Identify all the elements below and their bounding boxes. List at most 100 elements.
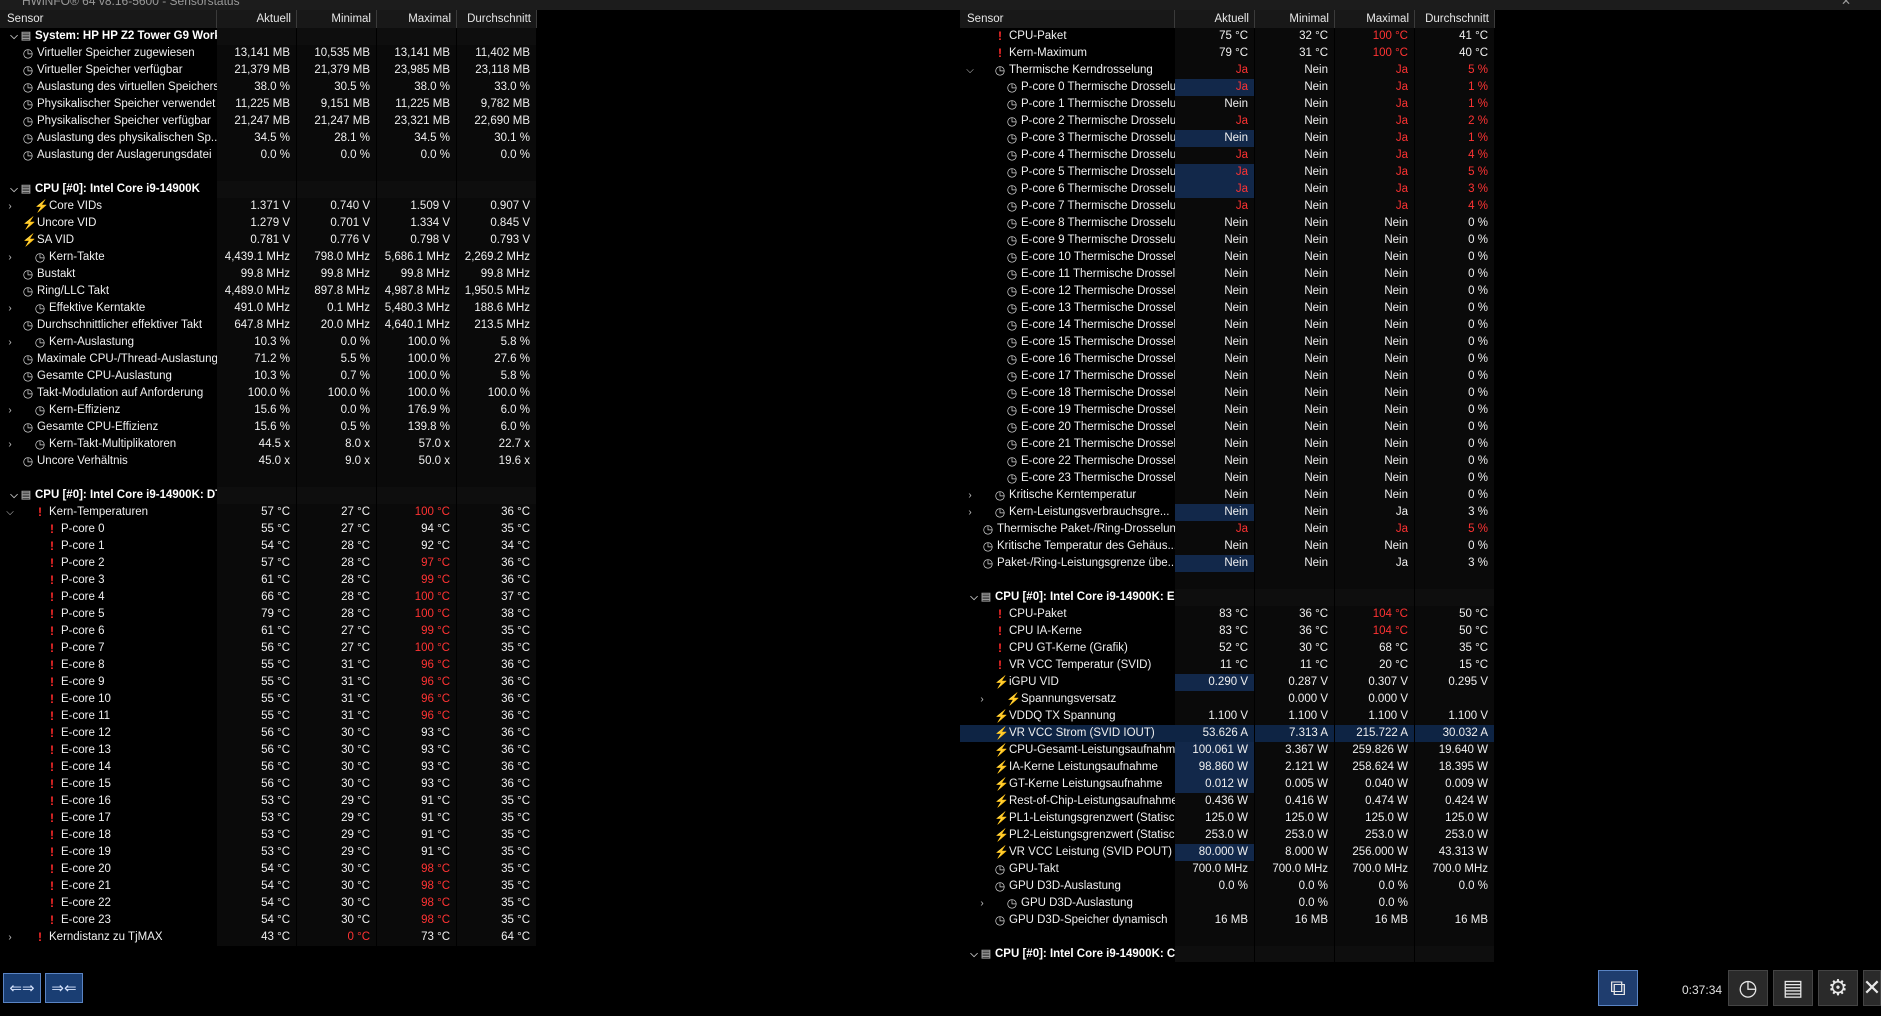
value-min: Nein bbox=[1255, 215, 1335, 232]
header-min[interactable]: Minimal bbox=[297, 10, 377, 28]
value-current bbox=[217, 28, 297, 45]
sensor-panel-right[interactable]: Sensor Aktuell Minimal Maximal Durchschn… bbox=[960, 10, 1881, 962]
value-min: 27 °C bbox=[297, 623, 377, 640]
sensor-label: Physikalischer Speicher verwendet bbox=[37, 98, 216, 110]
sensor-name-cell: ◷ P-core 2 Thermische Drosselung bbox=[960, 113, 1175, 130]
expand-chevron-icon[interactable]: › bbox=[4, 300, 16, 317]
sensor-label: E-core 12 bbox=[61, 727, 111, 739]
collapse-chevron-icon[interactable]: ⌵ bbox=[8, 487, 20, 504]
sensor-label: E-core 22 Thermische Drossel... bbox=[1021, 455, 1175, 467]
value-min: 20.0 MHz bbox=[297, 317, 377, 334]
value-min: 30 °C bbox=[1255, 640, 1335, 657]
clock-icon: ◷ bbox=[994, 862, 1006, 876]
expand-chevron-icon[interactable]: › bbox=[4, 929, 16, 946]
sensor-name-cell: ◷ Ring/LLC Takt bbox=[0, 283, 217, 300]
collapse-chevron-icon[interactable]: ⌵ bbox=[964, 62, 976, 79]
value-max: 94 °C bbox=[377, 521, 457, 538]
header-sensor[interactable]: Sensor bbox=[0, 10, 217, 28]
value-avg: 38 °C bbox=[457, 606, 537, 623]
sensor-name-cell: › ◷ Kern-Auslastung bbox=[0, 334, 217, 351]
value-max bbox=[1335, 929, 1415, 946]
value-avg: 0 % bbox=[1415, 266, 1495, 283]
expand-chevron-icon[interactable]: › bbox=[4, 436, 16, 453]
value-current: 34.5 % bbox=[217, 130, 297, 147]
value-max: Ja bbox=[1335, 504, 1415, 521]
value-current: 55 °C bbox=[217, 657, 297, 674]
expand-chevron-icon[interactable]: › bbox=[4, 334, 16, 351]
sensor-label: E-core 8 Thermische Drosselung bbox=[1021, 217, 1175, 229]
value-avg: 0 % bbox=[1415, 300, 1495, 317]
value-avg: 37 °C bbox=[457, 589, 537, 606]
collapse-chevron-icon[interactable]: ⌵ bbox=[968, 946, 980, 962]
sensor-name-cell: ◷ E-core 13 Thermische Drossel... bbox=[960, 300, 1175, 317]
sensor-label: P-core 4 bbox=[61, 591, 105, 603]
network-icon[interactable]: ⧉ bbox=[1598, 970, 1638, 1006]
value-min: 0.0 % bbox=[1255, 878, 1335, 895]
sensor-name-cell: ⚡ PL1-Leistungsgrenzwert (Statisch) bbox=[960, 810, 1175, 827]
value-max: Nein bbox=[1335, 368, 1415, 385]
sensor-label: Spannungsversatz bbox=[1021, 693, 1117, 705]
sensor-label: Uncore Verhältnis bbox=[37, 455, 128, 467]
sensor-label: Kern-Takt-Multiplikatoren bbox=[49, 438, 177, 450]
sensor-name-cell: ! E-core 15 bbox=[0, 776, 217, 793]
value-avg: 5.8 % bbox=[457, 334, 537, 351]
header-max[interactable]: Maximal bbox=[377, 10, 457, 28]
header-current[interactable]: Aktuell bbox=[1175, 10, 1255, 28]
expand-chevron-icon[interactable]: › bbox=[4, 249, 16, 266]
value-max: Ja bbox=[1335, 79, 1415, 96]
collapse-chevron-icon[interactable]: ⌵ bbox=[4, 504, 16, 521]
value-min: Nein bbox=[1255, 283, 1335, 300]
sensor-label: P-core 4 Thermische Drosselung bbox=[1021, 149, 1175, 161]
header-current[interactable]: Aktuell bbox=[217, 10, 297, 28]
chip-icon: ▤ bbox=[980, 948, 992, 960]
value-avg: 19.640 W bbox=[1415, 742, 1495, 759]
value-max: 100.0 % bbox=[377, 385, 457, 402]
sensor-name-cell: ◷ E-core 19 Thermische Drossel... bbox=[960, 402, 1175, 419]
value-max: 215.722 A bbox=[1335, 725, 1415, 742]
report-icon[interactable]: ▤ bbox=[1773, 970, 1813, 1006]
thermometer-icon: ! bbox=[50, 862, 54, 876]
sensor-panel-left[interactable]: Sensor Aktuell Minimal Maximal Durchschn… bbox=[0, 10, 957, 962]
value-min: Nein bbox=[1255, 368, 1335, 385]
collapse-chevron-icon[interactable]: ⌵ bbox=[968, 589, 980, 606]
value-max: 100 °C bbox=[377, 589, 457, 606]
value-avg: 35 °C bbox=[1415, 640, 1495, 657]
header-sensor[interactable]: Sensor bbox=[960, 10, 1175, 28]
value-min: 0.5 % bbox=[297, 419, 377, 436]
arrows-collapse-icon[interactable]: ⇒⇐ bbox=[45, 973, 83, 1003]
value-avg: 30.1 % bbox=[457, 130, 537, 147]
close-icon[interactable]: ✕ bbox=[1841, 0, 1851, 8]
collapse-chevron-icon[interactable]: ⌵ bbox=[8, 28, 20, 45]
voltage-bolt-icon: ⚡ bbox=[994, 675, 1009, 689]
clock-icon: ◷ bbox=[994, 879, 1006, 893]
clock-icon: ◷ bbox=[34, 437, 46, 451]
expand-chevron-icon[interactable]: › bbox=[4, 402, 16, 419]
settings-gear-icon[interactable]: ⚙ bbox=[1818, 970, 1858, 1006]
expand-chevron-icon[interactable]: › bbox=[4, 198, 16, 215]
value-max: 93 °C bbox=[377, 742, 457, 759]
value-min: 28 °C bbox=[297, 606, 377, 623]
value-avg: 15 °C bbox=[1415, 657, 1495, 674]
sensor-label: E-core 11 Thermische Drossel... bbox=[1021, 268, 1175, 280]
close-sensors-icon[interactable]: ✕ bbox=[1863, 970, 1881, 1006]
header-avg[interactable]: Durchschnitt bbox=[457, 10, 537, 28]
expand-chevron-icon[interactable]: › bbox=[964, 504, 976, 521]
arrows-left-right-icon[interactable]: ⇐⇒ bbox=[3, 973, 41, 1003]
value-min: 0.1 MHz bbox=[297, 300, 377, 317]
value-max: 100.0 % bbox=[377, 368, 457, 385]
header-max[interactable]: Maximal bbox=[1335, 10, 1415, 28]
value-avg bbox=[457, 164, 537, 181]
clock-icon: ◷ bbox=[994, 505, 1006, 519]
expand-chevron-icon[interactable]: › bbox=[976, 691, 988, 708]
expand-chevron-icon[interactable]: › bbox=[964, 487, 976, 504]
collapse-chevron-icon[interactable]: ⌵ bbox=[8, 181, 20, 198]
value-min: 16 MB bbox=[1255, 912, 1335, 929]
header-avg[interactable]: Durchschnitt bbox=[1415, 10, 1495, 28]
sensor-label: Gesamte CPU-Effizienz bbox=[37, 421, 159, 433]
header-min[interactable]: Minimal bbox=[1255, 10, 1335, 28]
sensor-label: Effektive Kerntakte bbox=[49, 302, 146, 314]
value-avg: 2,269.2 MHz bbox=[457, 249, 537, 266]
voltage-bolt-icon: ⚡ bbox=[994, 760, 1009, 774]
expand-chevron-icon[interactable]: › bbox=[976, 895, 988, 912]
clock-icon[interactable]: ◷ bbox=[1728, 970, 1768, 1006]
